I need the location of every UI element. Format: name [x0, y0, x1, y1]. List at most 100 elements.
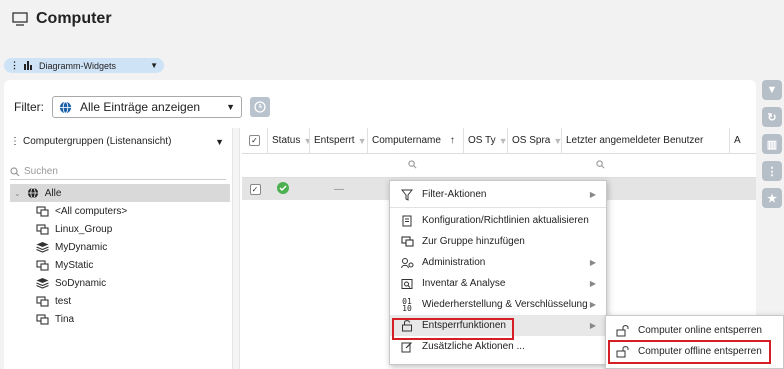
- history-button[interactable]: [250, 97, 270, 117]
- tree-item[interactable]: MyStatic: [10, 256, 230, 274]
- tree-item-label: Linux_Group: [55, 223, 113, 235]
- filter-panel-button[interactable]: ▼: [762, 80, 782, 100]
- tree-item-label: Tina: [55, 313, 75, 325]
- menu-item-filter-actions[interactable]: Filter-Aktionen ▶: [390, 184, 606, 205]
- menu-item-label: Wiederherstellung & Verschlüsselung: [422, 299, 588, 310]
- menu-item-unlock-functions[interactable]: Entsperrfunktionen ▶: [390, 315, 606, 336]
- tree-item[interactable]: test: [10, 292, 230, 310]
- bar-chart-icon: [24, 61, 32, 70]
- tree-item[interactable]: Tina: [10, 310, 230, 328]
- tree-item[interactable]: Linux_Group: [10, 220, 230, 238]
- column-status[interactable]: Status▼: [268, 128, 310, 153]
- diagram-widgets-dropdown[interactable]: ⋮ Diagramm-Widgets ▼: [4, 58, 164, 73]
- tree-item-all[interactable]: ⌄ Alle: [10, 184, 230, 202]
- filter-icon[interactable]: ▼: [499, 136, 507, 146]
- right-toolbar: ▼ ↻ ▥ ⋮ ★: [762, 80, 784, 215]
- search-icon: [407, 159, 417, 168]
- computer-group-icon: [36, 259, 49, 271]
- select-all-checkbox[interactable]: ✓: [242, 128, 268, 153]
- menu-item-label: Administration: [422, 257, 486, 268]
- menu-divider: [390, 207, 606, 208]
- search-icon: [10, 166, 20, 176]
- tree-item[interactable]: SoDynamic: [10, 274, 230, 292]
- group-view-label: Computergruppen (Listenansicht): [23, 136, 172, 147]
- tree-item-label: <All computers>: [55, 205, 128, 217]
- menu-item-label: Inventar & Analyse: [422, 278, 506, 289]
- page-title: Computer: [12, 10, 112, 28]
- column-last-user[interactable]: Letzter angemeldeter Benutzer: [562, 128, 730, 153]
- search-icon: [596, 159, 605, 168]
- column-label: Letzter angemeldeter Benutzer: [566, 135, 704, 146]
- dynamic-group-icon: [36, 241, 49, 253]
- filter-select[interactable]: Alle Einträge anzeigen ▼: [52, 96, 242, 118]
- menu-item-add-to-group[interactable]: Zur Gruppe hinzufügen: [390, 231, 606, 252]
- group-view-selector[interactable]: ⋮ Computergruppen (Listenansicht) ▼: [10, 136, 224, 147]
- chevron-right-icon: ▶: [589, 258, 596, 267]
- more-button[interactable]: ⋮: [762, 161, 782, 181]
- menu-item-label: Entsperrfunktionen: [422, 320, 506, 331]
- unlock-icon: [616, 324, 630, 338]
- row-checkbox[interactable]: ✓: [242, 183, 268, 195]
- column-computername[interactable]: Computername ↑: [368, 128, 464, 153]
- chevron-down-icon: ▼: [215, 136, 224, 147]
- page-title-text: Computer: [36, 10, 112, 27]
- chevron-down-icon: ▼: [226, 102, 235, 112]
- column-entsperrt[interactable]: Entsperrt ▼: [310, 128, 368, 153]
- chevron-right-icon: ▶: [589, 300, 596, 309]
- menu-item-recovery-encryption[interactable]: 01 10 Wiederherstellung & Verschlüsselung…: [390, 294, 606, 315]
- tree-item[interactable]: MyDynamic: [10, 238, 230, 256]
- computer-group-icon: [400, 235, 414, 249]
- computer-group-icon: [36, 295, 49, 307]
- menu-item-update-config[interactable]: Konfiguration/Richtlinien aktualisieren: [390, 210, 606, 231]
- panel-splitter[interactable]: [232, 128, 240, 369]
- column-a[interactable]: A: [730, 128, 756, 153]
- admin-icon: [400, 256, 414, 270]
- sort-ascending-icon[interactable]: ↑: [450, 135, 455, 146]
- menu-item-label: Computer online entsperren: [638, 325, 762, 336]
- menu-item-additional-actions[interactable]: Zusätzliche Aktionen ...: [390, 336, 606, 357]
- column-label: OS Ty: [468, 135, 496, 146]
- monitor-icon: [12, 12, 28, 26]
- menu-item-unlock-offline[interactable]: Computer offline entsperren: [606, 341, 783, 362]
- menu-item-label: Computer offline entsperren: [638, 346, 762, 357]
- filter-icon[interactable]: ▼: [553, 136, 561, 146]
- menu-item-unlock-online[interactable]: Computer online entsperren: [606, 320, 783, 341]
- context-menu: Filter-Aktionen ▶ Konfiguration/Richtlin…: [389, 180, 607, 365]
- filter-icon[interactable]: ▼: [358, 136, 367, 146]
- drag-handle-icon[interactable]: ⋮: [10, 60, 19, 71]
- unlock-submenu: Computer online entsperren Computer offl…: [605, 315, 784, 369]
- grid-header: ✓ Status▼ Entsperrt▼ Computername↑ OS Ty…: [242, 128, 756, 154]
- globe-icon: [59, 101, 72, 113]
- refresh-button[interactable]: ↻: [762, 107, 782, 127]
- layout-button[interactable]: ▥: [762, 134, 782, 154]
- computername-search[interactable]: [404, 159, 498, 172]
- last-user-search[interactable]: [592, 159, 756, 172]
- status-ok-icon: [268, 181, 310, 198]
- column-os-type[interactable]: OS Ty ▼: [464, 128, 508, 153]
- edit-icon: [400, 340, 414, 354]
- widget-label: Diagramm-Widgets: [39, 60, 117, 71]
- favorites-button[interactable]: ★: [762, 188, 782, 208]
- tree-item-label: MyDynamic: [55, 241, 108, 253]
- unlock-icon: [400, 319, 414, 333]
- menu-item-inventory[interactable]: Inventar & Analyse ▶: [390, 273, 606, 294]
- group-search-input[interactable]: Suchen: [10, 164, 226, 180]
- top-bar: Computer: [0, 0, 784, 48]
- filter-icon: ▼: [766, 84, 778, 96]
- tree-item-label: Alle: [44, 187, 62, 199]
- computer-group-icon: [36, 223, 49, 235]
- tree-item[interactable]: <All computers>: [10, 202, 230, 220]
- filter-icon[interactable]: ▼: [303, 136, 309, 146]
- inventory-icon: [400, 277, 414, 291]
- group-sidebar: ⋮ Computergruppen (Listenansicht) ▼ Such…: [4, 128, 232, 369]
- menu-item-label: Filter-Aktionen: [422, 189, 487, 200]
- filter-selected-value: Alle Einträge anzeigen: [80, 100, 201, 114]
- dynamic-group-icon: [36, 277, 49, 289]
- column-os-language[interactable]: OS Spra ▼: [508, 128, 562, 153]
- menu-item-administration[interactable]: Administration ▶: [390, 252, 606, 273]
- filter-label: Filter:: [14, 100, 44, 114]
- collapse-icon[interactable]: ⌄: [14, 189, 21, 198]
- entsperrt-value: —: [334, 183, 344, 195]
- column-label: A: [734, 135, 741, 146]
- column-label: OS Spra: [512, 135, 551, 146]
